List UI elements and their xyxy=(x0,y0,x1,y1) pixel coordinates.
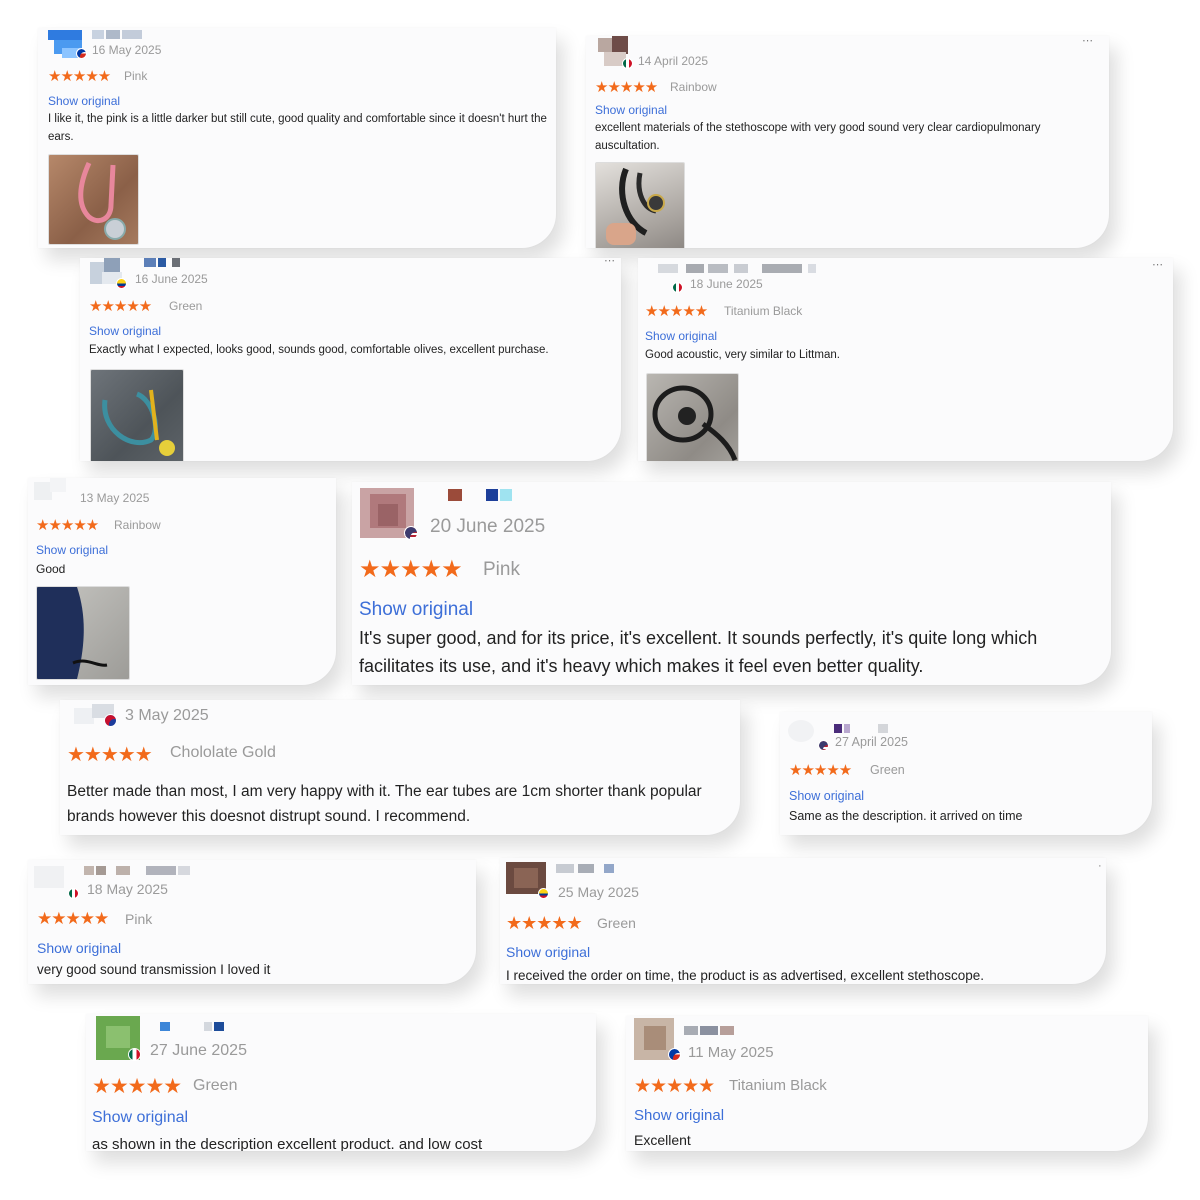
review-text: as shown in the description excellent pr… xyxy=(92,1136,483,1151)
star-rating: ★★★★★ xyxy=(89,298,152,315)
review-text: Excellent xyxy=(634,1132,691,1148)
show-original-link[interactable]: Show original xyxy=(634,1107,724,1124)
variant-label: Pink xyxy=(125,911,153,927)
review-date: 11 May 2025 xyxy=(688,1044,774,1061)
avatar xyxy=(34,478,70,504)
country-flag-icon xyxy=(76,48,87,59)
review-date: 27 June 2025 xyxy=(150,1042,247,1059)
star-rating: ★★★★★ xyxy=(359,556,463,583)
review-text: Better made than most, I am very happy w… xyxy=(67,783,702,825)
review-date: 18 June 2025 xyxy=(690,277,763,291)
star-rating: ★★★★★ xyxy=(36,517,99,534)
review-card: ⋯ 14 April 2025 ★★★★★ Rainbow Show origi… xyxy=(586,36,1109,248)
black-stethoscope-photo[interactable] xyxy=(646,373,739,461)
pink-stethoscope-photo[interactable] xyxy=(48,154,139,245)
star-rating: ★★★★★ xyxy=(789,762,852,779)
variant-label: Rainbow xyxy=(114,518,161,532)
show-original-link[interactable]: Show original xyxy=(789,789,864,803)
review-date: 3 May 2025 xyxy=(125,707,209,724)
review-card: 20 June 2025 ★★★★★ Pink Show original It… xyxy=(352,482,1111,685)
review-text: I like it, the pink is a little darker b… xyxy=(48,113,547,143)
review-card: 16 June 2025 ⋯ ★★★★★ Green Show original… xyxy=(80,258,621,461)
more-options-icon[interactable]: ⋯ xyxy=(1082,36,1094,47)
review-card: 27 June 2025 ★★★★★ Green Show original a… xyxy=(86,1014,596,1151)
review-card: 18 June 2025 ⋯ ★★★★★ Titanium Black Show… xyxy=(638,258,1173,461)
country-flag-icon xyxy=(404,526,418,540)
star-rating: ★★★★★ xyxy=(37,909,109,928)
star-rating: ★★★★★ xyxy=(645,303,708,320)
show-original-link[interactable]: Show original xyxy=(506,944,590,960)
country-flag-icon xyxy=(672,282,683,293)
avatar xyxy=(34,860,74,890)
review-card: 3 May 2025 ★★★★★ Chololate Gold Better m… xyxy=(60,700,740,835)
review-card: 18 May 2025 ★★★★★ Pink Show original ver… xyxy=(28,860,476,984)
review-text: very good sound transmission I loved it xyxy=(37,962,271,977)
review-text: It's super good, and for its price, it's… xyxy=(359,628,1038,676)
review-card: 27 April 2025 ★★★★★ Green Show original … xyxy=(780,712,1152,835)
country-flag-icon xyxy=(818,740,829,751)
star-rating: ★★★★★ xyxy=(506,913,583,933)
variant-label: Green xyxy=(193,1077,238,1094)
review-text: Good acoustic, very similar to Littman. xyxy=(645,349,840,361)
variant-label: Green xyxy=(169,299,203,313)
country-flag-icon xyxy=(538,888,549,899)
stethoscope-icon xyxy=(78,161,126,240)
variant-label: Green xyxy=(597,915,636,931)
avatar xyxy=(788,714,824,744)
review-text: Exactly what I expected, looks good, sou… xyxy=(89,344,549,356)
review-date: 27 April 2025 xyxy=(835,735,908,749)
review-card: 11 May 2025 ★★★★★ Titanium Black Show or… xyxy=(626,1016,1148,1151)
show-original-link[interactable]: Show original xyxy=(37,940,121,956)
variant-label: Green xyxy=(870,763,905,777)
review-card: 13 May 2025 ★★★★★ Rainbow Show original … xyxy=(28,478,336,685)
more-options-icon[interactable]: · xyxy=(1098,860,1103,872)
country-flag-icon xyxy=(128,1048,141,1061)
person-with-stethoscope-photo[interactable] xyxy=(36,586,130,680)
country-flag-icon xyxy=(622,58,633,69)
variant-label: Rainbow xyxy=(670,80,717,94)
review-text: Same as the description. it arrived on t… xyxy=(789,809,1023,823)
country-flag-icon xyxy=(68,888,79,899)
variant-label: Titanium Black xyxy=(729,1077,827,1094)
star-rating: ★★★★★ xyxy=(92,1075,182,1098)
review-date: 13 May 2025 xyxy=(80,491,150,505)
show-original-link[interactable]: Show original xyxy=(92,1109,188,1127)
review-date: 16 May 2025 xyxy=(92,43,162,57)
show-original-link[interactable]: Show original xyxy=(48,94,120,108)
country-flag-icon xyxy=(116,278,127,289)
stethoscope-icon xyxy=(102,389,175,456)
stethoscope-icon xyxy=(606,167,665,245)
review-text: I received the order on time, the produc… xyxy=(506,968,985,983)
star-rating: ★★★★★ xyxy=(67,744,153,766)
review-card: 16 May 2025 ★★★★★ Pink Show original I l… xyxy=(38,28,556,248)
review-date: 25 May 2025 xyxy=(558,884,639,900)
more-options-icon[interactable]: ⋯ xyxy=(1152,258,1164,271)
show-original-link[interactable]: Show original xyxy=(645,329,717,343)
star-rating: ★★★★★ xyxy=(48,68,111,85)
review-card: 25 May 2025 · ★★★★★ Green Show original … xyxy=(500,858,1106,984)
country-flag-icon xyxy=(104,714,117,727)
country-flag-icon xyxy=(668,1048,681,1061)
review-date: 20 June 2025 xyxy=(430,516,546,537)
variant-label: Pink xyxy=(483,559,520,580)
show-original-link[interactable]: Show original xyxy=(595,103,667,117)
black-stethoscope-in-hand-photo[interactable] xyxy=(595,162,685,248)
show-original-link[interactable]: Show original xyxy=(359,599,473,621)
variant-label: Titanium Black xyxy=(724,304,803,318)
show-original-link[interactable]: Show original xyxy=(36,543,108,557)
review-text: excellent materials of the stethoscope w… xyxy=(595,122,1041,152)
star-rating: ★★★★★ xyxy=(595,79,658,96)
review-text: Good xyxy=(36,562,66,576)
stethoscope-icon xyxy=(652,385,738,461)
variant-label: Chololate Gold xyxy=(170,744,276,761)
review-date: 18 May 2025 xyxy=(87,881,168,897)
review-date: 16 June 2025 xyxy=(135,272,208,286)
more-options-icon[interactable]: ⋯ xyxy=(604,258,616,267)
green-stethoscope-photo[interactable] xyxy=(90,369,184,461)
variant-label: Pink xyxy=(124,69,148,83)
star-rating: ★★★★★ xyxy=(634,1076,715,1097)
show-original-link[interactable]: Show original xyxy=(89,324,161,338)
person-icon xyxy=(37,587,108,679)
review-date: 14 April 2025 xyxy=(638,54,709,68)
